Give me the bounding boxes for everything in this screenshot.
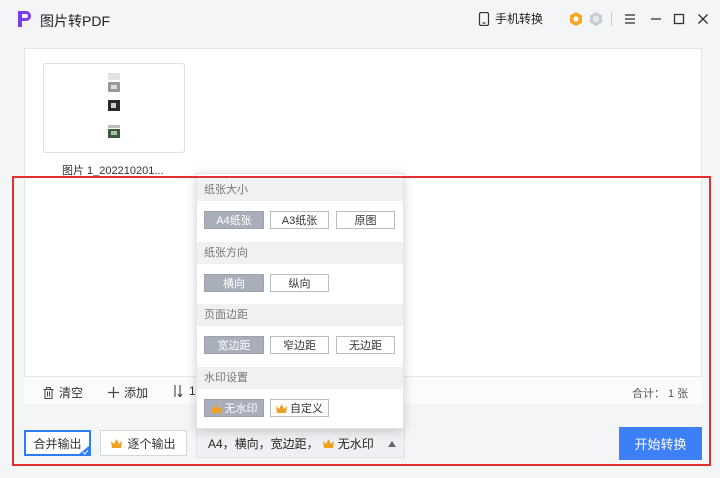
minimize-icon[interactable] — [648, 11, 664, 27]
watermark-header: 水印设置 — [197, 367, 403, 389]
settings-watermark: 无水印 — [337, 436, 374, 451]
paper-a3-option[interactable]: A3纸张 — [270, 211, 329, 229]
paper-size-header: 纸张大小 — [197, 179, 403, 201]
add-label: 添加 — [124, 386, 149, 400]
mobile-convert-label: 手机转换 — [495, 12, 544, 26]
selected-corner-icon — [78, 445, 90, 455]
plus-icon — [108, 387, 119, 398]
add-button[interactable]: 添加 — [108, 384, 148, 401]
output-settings-select[interactable]: A4，横向，宽边距， 无水印 — [196, 428, 405, 458]
mobile-convert-button[interactable]: 手机转换 — [478, 10, 543, 27]
vip-gray-icon[interactable] — [588, 11, 604, 27]
phone-icon — [478, 11, 490, 26]
crown-icon — [322, 438, 334, 448]
sort-icon — [174, 385, 183, 397]
dropdown-arrow-icon — [388, 441, 396, 447]
sort-label: 1 — [189, 384, 196, 398]
orientation-landscape-option[interactable]: 横向 — [204, 274, 264, 292]
start-convert-button[interactable]: 开始转换 — [619, 427, 702, 460]
crown-icon — [210, 403, 222, 413]
paper-a4-option[interactable]: A4纸张 — [204, 211, 264, 229]
sort-button[interactable]: 1 — [173, 384, 196, 398]
margin-header: 页面边距 — [197, 304, 403, 326]
title-bar: 图片转PDF 手机转换 — [0, 0, 720, 38]
each-output-label: 逐个输出 — [127, 436, 176, 451]
watermark-custom-option[interactable]: 自定义 — [270, 399, 329, 417]
margin-wide-option[interactable]: 宽边距 — [204, 336, 264, 354]
file-count: 合计： 1 张 — [632, 388, 689, 400]
clear-label: 清空 — [59, 386, 84, 400]
paper-original-option[interactable]: 原图 — [336, 211, 395, 229]
close-icon[interactable] — [695, 11, 711, 27]
trash-icon — [43, 386, 54, 399]
file-name-label: 图片 1_202210201... — [62, 165, 164, 177]
orientation-portrait-option[interactable]: 纵向 — [270, 274, 329, 292]
settings-summary: A4，横向，宽边距， — [208, 436, 319, 451]
maximize-icon[interactable] — [671, 11, 687, 27]
crown-icon — [276, 403, 287, 413]
clear-button[interactable]: 清空 — [43, 384, 83, 401]
settings-popup: 纸张大小 A4纸张 A3纸张 原图 纸张方向 横向 纵向 页面边距 宽边距 窄边… — [196, 173, 404, 429]
orientation-header: 纸张方向 — [197, 242, 403, 264]
title-separator — [611, 12, 612, 26]
watermark-none-label: 无水印 — [224, 403, 258, 415]
app-logo-icon — [18, 11, 31, 27]
file-thumbnail-image — [108, 73, 120, 138]
margin-none-option[interactable]: 无边距 — [336, 336, 395, 354]
app-title: 图片转PDF — [40, 13, 110, 29]
merge-output-label: 合并输出 — [33, 436, 82, 451]
margin-narrow-option[interactable]: 窄边距 — [270, 336, 329, 354]
watermark-none-option[interactable]: 无水印 — [204, 399, 264, 417]
vip-gold-icon[interactable] — [568, 11, 584, 27]
merge-output-button[interactable]: 合并输出 — [24, 430, 91, 456]
crown-icon — [111, 438, 123, 448]
watermark-custom-label: 自定义 — [290, 403, 323, 415]
menu-icon[interactable] — [622, 11, 638, 27]
each-output-button[interactable]: 逐个输出 — [100, 430, 187, 456]
